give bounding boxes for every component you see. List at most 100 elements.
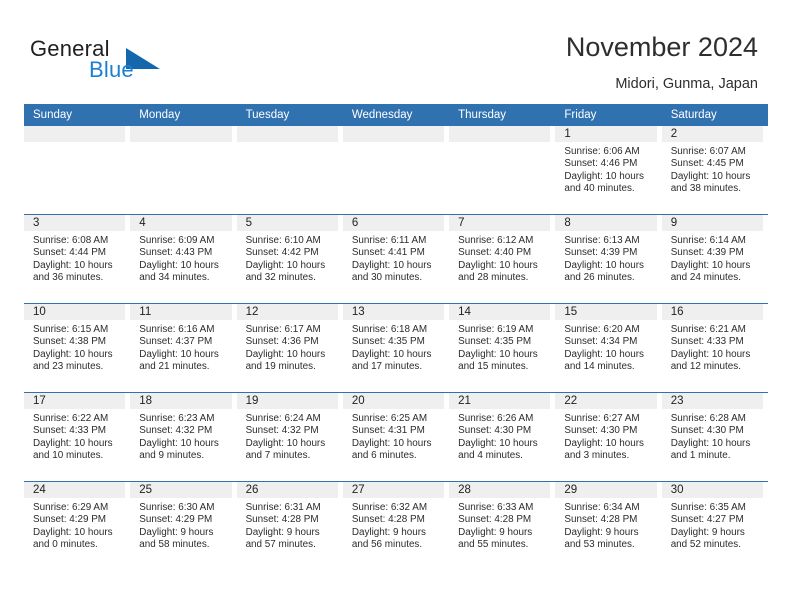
day-details: Sunrise: 6:14 AM Sunset: 4:39 PM Daylight:… [662, 231, 763, 285]
sunrise-time: Sunrise: 6:15 AM [33, 324, 109, 335]
calendar-day-cell[interactable]: 18 Sunrise: 6:23 AM Sunset: 4:32 PM Dayligh… [130, 393, 236, 481]
calendar-day-cell[interactable]: 22 Sunrise: 6:27 AM Sunset: 4:30 PM Dayligh… [555, 393, 661, 481]
daylight-duration-line2: and 53 minutes. [564, 539, 635, 551]
calendar-day-cell[interactable]: 10 Sunrise: 6:15 AM Sunset: 4:38 PM Dayligh… [24, 304, 130, 392]
daylight-duration-line2: and 3 minutes. [564, 450, 630, 462]
day-details: Sunrise: 6:18 AM Sunset: 4:35 PM Daylight:… [343, 320, 444, 374]
sunset-time: Sunset: 4:30 PM [670, 425, 744, 437]
daylight-duration-line1: Daylight: 10 hours [33, 348, 113, 360]
calendar-day-cell[interactable]: 23 Sunrise: 6:28 AM Sunset: 4:30 PM Dayligh… [661, 393, 768, 481]
calendar-day-cell[interactable]: 7 Sunrise: 6:12 AM Sunset: 4:40 PM Daylight… [449, 215, 555, 303]
sunset-time: Sunset: 4:39 PM [670, 247, 744, 259]
sunset-time: Sunset: 4:27 PM [670, 514, 744, 526]
sunrise-time: Sunrise: 6:35 AM [670, 502, 746, 513]
daylight-duration-line1: Daylight: 10 hours [670, 437, 751, 449]
calendar-day-cell[interactable]: 29 Sunrise: 6:34 AM Sunset: 4:28 PM Dayligh… [555, 482, 661, 570]
day-number: 13 [342, 304, 445, 320]
calendar-day-cell[interactable]: 25 Sunrise: 6:30 AM Sunset: 4:29 PM Dayligh… [130, 482, 236, 570]
calendar-day-cell[interactable]: 24 Sunrise: 6:29 AM Sunset: 4:29 PM Dayligh… [24, 482, 130, 570]
day-number: 21 [449, 393, 551, 409]
day-number: 22 [555, 393, 657, 409]
daylight-duration-line2: and 23 minutes. [33, 361, 104, 373]
sunset-time: Sunset: 4:45 PM [670, 158, 744, 170]
calendar-day-cell[interactable]: 30 Sunrise: 6:35 AM Sunset: 4:27 PM Dayligh… [661, 482, 768, 570]
daylight-duration-line2: and 19 minutes. [245, 361, 316, 373]
daylight-duration-line1: Daylight: 10 hours [458, 437, 538, 449]
calendar-day-cell[interactable]: 2 Sunrise: 6:07 AM Sunset: 4:45 PM Daylight… [661, 126, 768, 214]
calendar-day-cell[interactable]: 26 Sunrise: 6:31 AM Sunset: 4:28 PM Dayligh… [236, 482, 343, 570]
day-details: Sunrise: 6:19 AM Sunset: 4:35 PM Daylight:… [449, 320, 550, 374]
sunset-time: Sunset: 4:28 PM [564, 514, 638, 526]
day-details: Sunrise: 6:22 AM Sunset: 4:33 PM Daylight:… [24, 409, 125, 463]
sunrise-time: Sunrise: 6:31 AM [245, 502, 321, 513]
sunrise-time: Sunrise: 6:23 AM [139, 413, 215, 424]
calendar-day-cell[interactable]: 8 Sunrise: 6:13 AM Sunset: 4:39 PM Daylight… [555, 215, 661, 303]
calendar-day-cell[interactable]: 11 Sunrise: 6:16 AM Sunset: 4:37 PM Dayligh… [130, 304, 236, 392]
day-number: 26 [236, 482, 338, 498]
day-details: Sunrise: 6:34 AM Sunset: 4:28 PM Daylight:… [555, 498, 656, 552]
daylight-duration-line2: and 17 minutes. [351, 361, 423, 373]
calendar-day-cell[interactable]: 4 Sunrise: 6:09 AM Sunset: 4:43 PM Daylight… [130, 215, 236, 303]
calendar-day-cell[interactable]: 21 Sunrise: 6:26 AM Sunset: 4:30 PM Dayligh… [449, 393, 555, 481]
sunrise-time: Sunrise: 6:28 AM [670, 413, 746, 424]
calendar-day-cell[interactable]: 16 Sunrise: 6:21 AM Sunset: 4:33 PM Dayligh… [661, 304, 768, 392]
weekday-header-thursday: Thursday [458, 109, 507, 121]
sunrise-time: Sunrise: 6:18 AM [351, 324, 428, 335]
calendar-day-cell[interactable]: 9 Sunrise: 6:14 AM Sunset: 4:39 PM Daylight… [661, 215, 768, 303]
sunset-time: Sunset: 4:29 PM [139, 514, 213, 526]
calendar-day-cell[interactable]: 6 Sunrise: 6:11 AM Sunset: 4:41 PM Daylight… [342, 215, 449, 303]
calendar-day-cell[interactable]: 12 Sunrise: 6:17 AM Sunset: 4:36 PM Dayligh… [236, 304, 343, 392]
day-number: 12 [236, 304, 338, 320]
daylight-duration-line2: and 1 minute. [670, 450, 731, 462]
day-number: 15 [555, 304, 657, 320]
weekday-header-wednesday: Wednesday [351, 109, 413, 121]
weekday-header-monday: Monday [139, 109, 181, 121]
daylight-duration-line2: and 4 minutes. [458, 450, 523, 462]
sunrise-time: Sunrise: 6:29 AM [33, 502, 109, 513]
calendar-day-cell[interactable]: 20 Sunrise: 6:25 AM Sunset: 4:31 PM Dayligh… [342, 393, 449, 481]
sunset-time: Sunset: 4:28 PM [245, 514, 319, 526]
daylight-duration-line1: Daylight: 10 hours [564, 348, 644, 360]
day-number: 24 [24, 482, 126, 498]
day-number [236, 126, 338, 142]
logo-text-blue: Blue [89, 57, 134, 82]
sunset-time: Sunset: 4:33 PM [33, 425, 107, 437]
sunrise-time: Sunrise: 6:08 AM [33, 235, 109, 246]
day-details: Sunrise: 6:12 AM Sunset: 4:40 PM Daylight:… [449, 231, 550, 285]
daylight-duration-line1: Daylight: 9 hours [670, 526, 745, 538]
general-blue-logo[interactable]: General Blue [30, 36, 240, 92]
daylight-duration-line1: Daylight: 10 hours [245, 259, 326, 271]
day-number: 1 [555, 126, 657, 142]
weekday-header-saturday: Saturday [670, 109, 717, 121]
daylight-duration-line1: Daylight: 9 hours [351, 526, 426, 538]
daylight-duration-line2: and 56 minutes. [351, 539, 423, 551]
calendar-day-cell[interactable]: 3 Sunrise: 6:08 AM Sunset: 4:44 PM Daylight… [24, 215, 130, 303]
daylight-duration-line1: Daylight: 10 hours [670, 170, 751, 182]
calendar-day-cell[interactable]: 1 Sunrise: 6:06 AM Sunset: 4:46 PM Daylight… [555, 126, 661, 214]
day-details: Sunrise: 6:15 AM Sunset: 4:38 PM Daylight:… [24, 320, 125, 374]
calendar-day-cell-empty [449, 126, 555, 214]
calendar-day-cell[interactable]: 5 Sunrise: 6:10 AM Sunset: 4:42 PM Daylight… [236, 215, 343, 303]
calendar-day-cell[interactable]: 15 Sunrise: 6:20 AM Sunset: 4:34 PM Dayligh… [555, 304, 661, 392]
day-number: 5 [236, 215, 338, 231]
day-details: Sunrise: 6:26 AM Sunset: 4:30 PM Daylight:… [449, 409, 550, 463]
page-header: General Blue November 2024 Midori, Gunma… [0, 0, 792, 104]
calendar-day-cell[interactable]: 19 Sunrise: 6:24 AM Sunset: 4:32 PM Dayligh… [236, 393, 343, 481]
sunset-time: Sunset: 4:31 PM [351, 425, 425, 437]
calendar-day-cell[interactable]: 17 Sunrise: 6:22 AM Sunset: 4:33 PM Dayligh… [24, 393, 130, 481]
page-title: November 2024 [565, 32, 758, 62]
calendar-day-cell[interactable]: 28 Sunrise: 6:33 AM Sunset: 4:28 PM Dayligh… [449, 482, 555, 570]
daylight-duration-line1: Daylight: 10 hours [564, 170, 644, 182]
calendar-day-cell[interactable]: 13 Sunrise: 6:18 AM Sunset: 4:35 PM Dayligh… [342, 304, 449, 392]
calendar-day-cell[interactable]: 27 Sunrise: 6:32 AM Sunset: 4:28 PM Dayligh… [342, 482, 449, 570]
day-details: Sunrise: 6:23 AM Sunset: 4:32 PM Daylight:… [130, 409, 231, 463]
day-details: Sunrise: 6:21 AM Sunset: 4:33 PM Daylight:… [662, 320, 763, 374]
daylight-duration-line2: and 24 minutes. [670, 272, 741, 284]
daylight-duration-line1: Daylight: 9 hours [458, 526, 533, 538]
daylight-duration-line2: and 9 minutes. [139, 450, 205, 462]
calendar-week-row: 24 Sunrise: 6:29 AM Sunset: 4:29 PM Dayligh… [24, 481, 768, 570]
sunrise-time: Sunrise: 6:11 AM [351, 235, 427, 246]
daylight-duration-line2: and 58 minutes. [139, 539, 210, 551]
day-number [449, 126, 551, 142]
calendar-day-cell[interactable]: 14 Sunrise: 6:19 AM Sunset: 4:35 PM Dayligh… [449, 304, 555, 392]
